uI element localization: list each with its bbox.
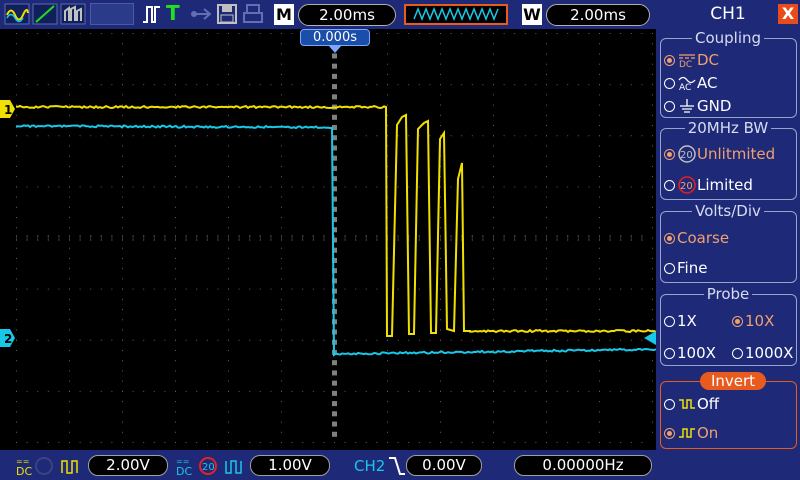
memory-window-icon[interactable] <box>404 4 508 25</box>
ch1-status-icons: == DC <box>16 457 78 477</box>
bandwidth-limited-option[interactable]: 20 Limited <box>664 176 753 194</box>
timebase-label: M <box>274 4 294 25</box>
timebase-value[interactable]: 2.00ms <box>298 4 396 26</box>
coupling-ac-option[interactable]: AC AC <box>664 74 717 93</box>
ch1-marker[interactable]: 1 <box>0 100 16 118</box>
waveform-mode-icon[interactable] <box>4 3 30 25</box>
ch2-status-icons: == DC 20 <box>176 457 242 477</box>
coupling-gnd-option[interactable]: GND <box>664 97 731 115</box>
trigger-level[interactable]: 0.00V <box>406 455 482 476</box>
ac-coupling-icon: AC <box>678 76 696 93</box>
svg-text:DC: DC <box>176 465 192 477</box>
vector-mode-icon[interactable] <box>32 3 58 25</box>
svg-text:DC: DC <box>16 465 32 477</box>
invert-on-icon <box>679 428 695 438</box>
coupling-title: Coupling <box>656 29 800 47</box>
svg-text:20: 20 <box>680 181 693 192</box>
ch1-volts-div[interactable]: 2.00V <box>88 455 168 476</box>
trigger-position-pointer <box>328 45 342 53</box>
probe-10x-option[interactable]: 10X <box>732 312 774 330</box>
frequency-readout: 0.00000Hz <box>514 455 652 476</box>
waveform-display[interactable] <box>0 29 656 450</box>
bandwidth-title: 20MHz BW <box>656 119 800 137</box>
volts-fine-option[interactable]: Fine <box>664 259 707 277</box>
trigger-position-readout[interactable]: 0.000s <box>300 29 370 46</box>
svg-text:DC: DC <box>679 60 692 68</box>
volts-coarse-option[interactable]: Coarse <box>664 229 729 247</box>
persist-mode-icon[interactable] <box>60 3 86 25</box>
invert-off-icon <box>679 399 695 409</box>
bw-unlimited-icon: 20 <box>678 145 696 163</box>
close-button[interactable]: X <box>778 4 798 24</box>
falling-edge-icon[interactable] <box>388 455 406 477</box>
trigger-source: CH2 <box>354 457 386 475</box>
invert-off-option[interactable]: Off <box>664 395 719 413</box>
svg-text:20: 20 <box>680 150 693 161</box>
acquire-status-box <box>90 3 134 25</box>
channel-menu-panel: CH1 X Coupling DC DC AC AC GND 20MHz BW 20… <box>656 0 800 480</box>
probe-1000x-option[interactable]: 1000X <box>732 344 793 362</box>
svg-text:2: 2 <box>4 332 12 346</box>
svg-text:1: 1 <box>4 103 12 117</box>
probe-title: Probe <box>656 285 800 303</box>
trigger-edge-icon[interactable] <box>142 3 162 25</box>
coupling-dc-option[interactable]: DC DC <box>664 51 719 70</box>
save-icon[interactable] <box>216 3 238 25</box>
window-label: W <box>522 4 542 25</box>
invert-title: Invert <box>700 372 766 390</box>
ch2-volts-div[interactable]: 1.00V <box>250 455 330 476</box>
svg-text:20: 20 <box>202 462 215 473</box>
probe-100x-option[interactable]: 100X <box>664 344 716 362</box>
top-toolbar: T M 2.00ms W 2.00ms <box>0 0 656 29</box>
ch2-marker[interactable]: 2 <box>0 329 16 347</box>
trigger-status-indicator: T <box>166 1 180 25</box>
window-value[interactable]: 2.00ms <box>546 4 650 26</box>
probe-1x-option[interactable]: 1X <box>664 312 697 330</box>
invert-on-option[interactable]: On <box>664 424 718 442</box>
print-icon[interactable] <box>242 3 264 25</box>
ground-icon <box>680 99 694 113</box>
usb-icon <box>191 8 212 20</box>
volts-div-title: Volts/Div <box>656 202 800 220</box>
dc-coupling-icon: DC <box>679 54 695 70</box>
svg-text:AC: AC <box>679 83 691 91</box>
bandwidth-unlimited-option[interactable]: 20 Unlitmited <box>664 145 775 163</box>
bw-limited-icon: 20 <box>678 176 696 194</box>
